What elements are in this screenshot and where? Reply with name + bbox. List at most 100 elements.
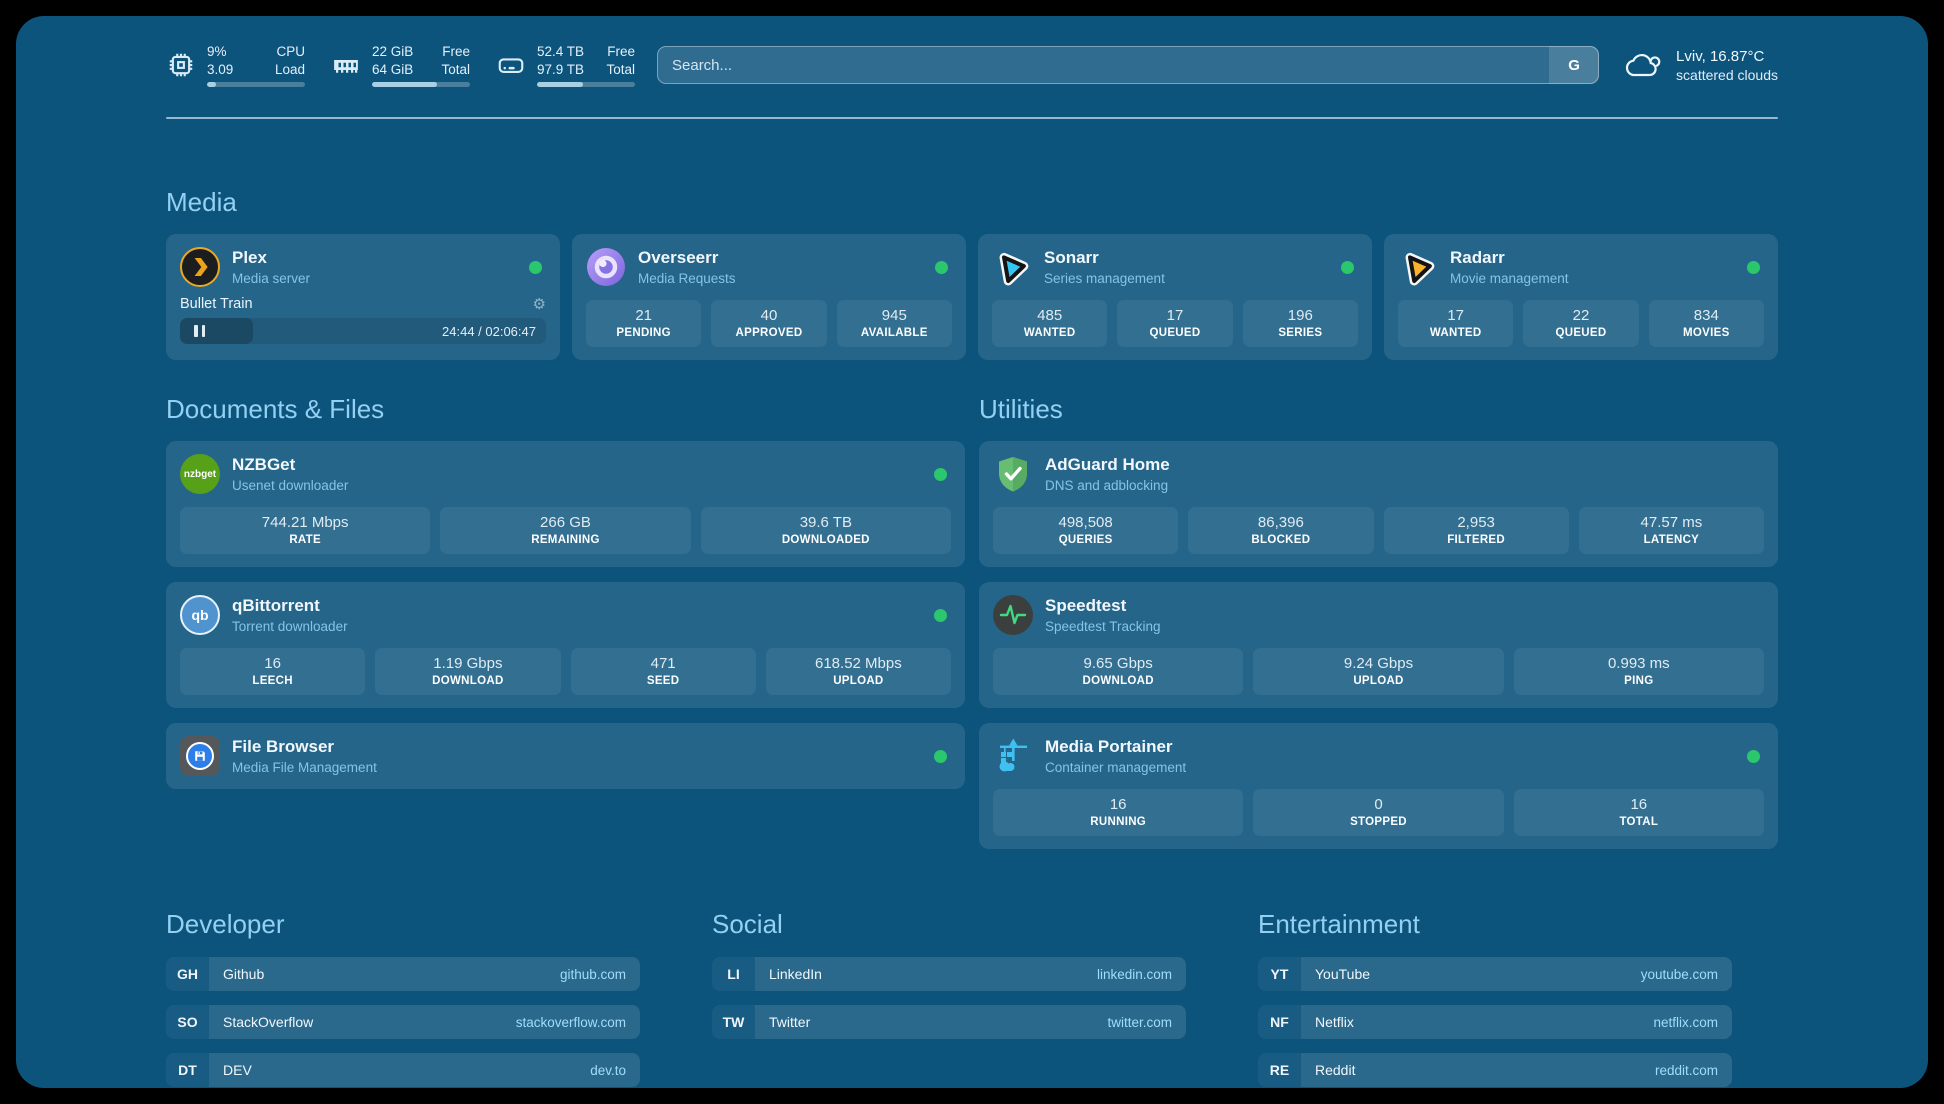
- utilities-column: Utilities: [979, 394, 1778, 849]
- cpu-usage-label: CPU: [275, 43, 305, 61]
- card-plex[interactable]: Plex Media server Bullet Train ⚙ 24:44 /…: [166, 234, 560, 360]
- header-separator: [166, 117, 1778, 119]
- stat-tile: 40 APPROVED: [711, 300, 826, 347]
- disk-icon: [496, 50, 526, 80]
- bookmark-abbr: TW: [712, 1005, 755, 1039]
- playback-time: 24:44 / 02:06:47: [442, 318, 536, 344]
- status-online-dot: [1747, 750, 1760, 763]
- stat-tile: 1.19 Gbps DOWNLOAD: [375, 648, 560, 695]
- stats-row: 498,508 QUERIES 86,396 BLOCKED 2,953 FIL…: [993, 507, 1764, 554]
- stat-tile: 21 PENDING: [586, 300, 701, 347]
- bookmark-name: Github: [223, 966, 264, 982]
- service-name: Plex: [232, 248, 310, 268]
- card-adguard[interactable]: AdGuard Home DNS and adblocking 498,508 …: [979, 441, 1778, 567]
- bookmark-dev[interactable]: DT DEV dev.to: [166, 1053, 640, 1087]
- memory-widget: 22 GiB 64 GiB Free Total: [331, 43, 470, 87]
- stat-tile: 266 GB REMAINING: [440, 507, 690, 554]
- card-speedtest[interactable]: Speedtest Speedtest Tracking 9.65 Gbps D…: [979, 582, 1778, 708]
- stats-row: 744.21 Mbps RATE 266 GB REMAINING 39.6 T…: [180, 507, 951, 554]
- bookmark-linkedin[interactable]: LI LinkedIn linkedin.com: [712, 957, 1186, 991]
- card-radarr[interactable]: Radarr Movie management 17 WANTED 22 QUE…: [1384, 234, 1778, 360]
- memory-progressbar: [372, 82, 470, 87]
- stat-tile: 22 QUEUED: [1523, 300, 1638, 347]
- bookmark-name: Netflix: [1315, 1014, 1354, 1030]
- stat-tile: 834 MOVIES: [1649, 300, 1764, 347]
- card-portainer[interactable]: Media Portainer Container management 16 …: [979, 723, 1778, 849]
- gear-icon[interactable]: ⚙: [533, 297, 546, 312]
- pause-button[interactable]: [194, 318, 205, 344]
- status-online-dot: [1341, 261, 1354, 274]
- service-desc: Media Requests: [638, 271, 736, 286]
- card-qbittorrent[interactable]: qb qBittorrent Torrent downloader 16 LEE…: [166, 582, 965, 708]
- status-online-dot: [529, 261, 542, 274]
- resource-widgets: 9% 3.09 CPU Load: [166, 43, 635, 87]
- card-filebrowser[interactable]: File Browser Media File Management: [166, 723, 965, 789]
- weather-location-temp: Lviv, 16.87°C: [1676, 48, 1778, 65]
- card-nzbget[interactable]: nzbget NZBGet Usenet downloader 744.21 M…: [166, 441, 965, 567]
- documents-column: Documents & Files nzbget NZBGet Usenet d…: [166, 394, 965, 849]
- playback-progress-fill: [180, 318, 253, 344]
- bookmark-abbr: DT: [166, 1053, 209, 1087]
- plex-now-playing: Bullet Train ⚙ 24:44 / 02:06:47: [180, 296, 546, 344]
- disk-total-label: Total: [606, 61, 635, 79]
- qbittorrent-icon: qb: [180, 595, 220, 635]
- bookmark-youtube[interactable]: YT YouTube youtube.com: [1258, 957, 1732, 991]
- section-title-documents: Documents & Files: [166, 394, 965, 425]
- stat-tile: 47.57 ms LATENCY: [1579, 507, 1764, 554]
- bookmark-group-social: Social LI LinkedIn linkedin.com TW: [712, 909, 1186, 1087]
- search-input[interactable]: [657, 46, 1599, 84]
- bookmark-name: Reddit: [1315, 1062, 1355, 1078]
- service-desc: Media File Management: [232, 760, 377, 775]
- status-online-dot: [934, 609, 947, 622]
- memory-total-value: 64 GiB: [372, 61, 413, 79]
- disk-total-value: 97.9 TB: [537, 61, 584, 79]
- media-card-grid: Plex Media server Bullet Train ⚙ 24:44 /…: [166, 234, 1778, 360]
- service-desc: Media server: [232, 271, 310, 286]
- bookmark-reddit[interactable]: RE Reddit reddit.com: [1258, 1053, 1732, 1087]
- disk-progressbar: [537, 82, 635, 87]
- bookmark-twitter[interactable]: TW Twitter twitter.com: [712, 1005, 1186, 1039]
- card-overseerr[interactable]: Overseerr Media Requests 21 PENDING 40 A…: [572, 234, 966, 360]
- stat-tile: 16 LEECH: [180, 648, 365, 695]
- stat-tile: 17 WANTED: [1398, 300, 1513, 347]
- section-title-entertainment: Entertainment: [1258, 909, 1732, 940]
- service-name: Radarr: [1450, 248, 1569, 268]
- search-provider-button[interactable]: G: [1549, 46, 1599, 84]
- bookmark-github[interactable]: GH Github github.com: [166, 957, 640, 991]
- dashboard-panel: 9% 3.09 CPU Load: [16, 16, 1928, 1088]
- radarr-icon: [1398, 247, 1438, 287]
- service-name: Overseerr: [638, 248, 736, 268]
- service-desc: Torrent downloader: [232, 619, 348, 634]
- bookmark-abbr: NF: [1258, 1005, 1301, 1039]
- cpu-widget: 9% 3.09 CPU Load: [166, 43, 305, 87]
- bookmarks-section: Developer GH Github github.com SO: [166, 909, 1778, 1087]
- status-online-dot: [1747, 261, 1760, 274]
- service-desc: Container management: [1045, 760, 1186, 775]
- bookmark-url: youtube.com: [1641, 967, 1718, 982]
- top-bar: 9% 3.09 CPU Load: [166, 43, 1778, 87]
- section-title-social: Social: [712, 909, 1186, 940]
- cpu-icon: [166, 50, 196, 80]
- bookmark-netflix[interactable]: NF Netflix netflix.com: [1258, 1005, 1732, 1039]
- service-name: AdGuard Home: [1045, 455, 1170, 475]
- weather-widget: Lviv, 16.87°C scattered clouds: [1625, 48, 1778, 83]
- portainer-icon: [993, 736, 1033, 776]
- stat-tile: 16 RUNNING: [993, 789, 1243, 836]
- service-name: File Browser: [232, 737, 377, 757]
- bookmark-stackoverflow[interactable]: SO StackOverflow stackoverflow.com: [166, 1005, 640, 1039]
- bookmark-group-entertainment: Entertainment YT YouTube youtube.com NF: [1258, 909, 1732, 1087]
- section-title-utilities: Utilities: [979, 394, 1778, 425]
- cpu-progress-fill: [207, 82, 216, 87]
- stat-tile: 16 TOTAL: [1514, 789, 1764, 836]
- bookmark-group-developer: Developer GH Github github.com SO: [166, 909, 640, 1087]
- adguard-icon: [993, 454, 1033, 494]
- cpu-load-value: 3.09: [207, 61, 233, 79]
- playback-progressbar[interactable]: 24:44 / 02:06:47: [180, 318, 546, 344]
- stat-tile: 196 SERIES: [1243, 300, 1358, 347]
- stat-tile: 2,953 FILTERED: [1384, 507, 1569, 554]
- memory-free-label: Free: [441, 43, 470, 61]
- card-sonarr[interactable]: Sonarr Series management 485 WANTED 17 Q…: [978, 234, 1372, 360]
- disk-widget: 52.4 TB 97.9 TB Free Total: [496, 43, 635, 87]
- bookmark-url: reddit.com: [1655, 1063, 1718, 1078]
- status-online-dot: [934, 468, 947, 481]
